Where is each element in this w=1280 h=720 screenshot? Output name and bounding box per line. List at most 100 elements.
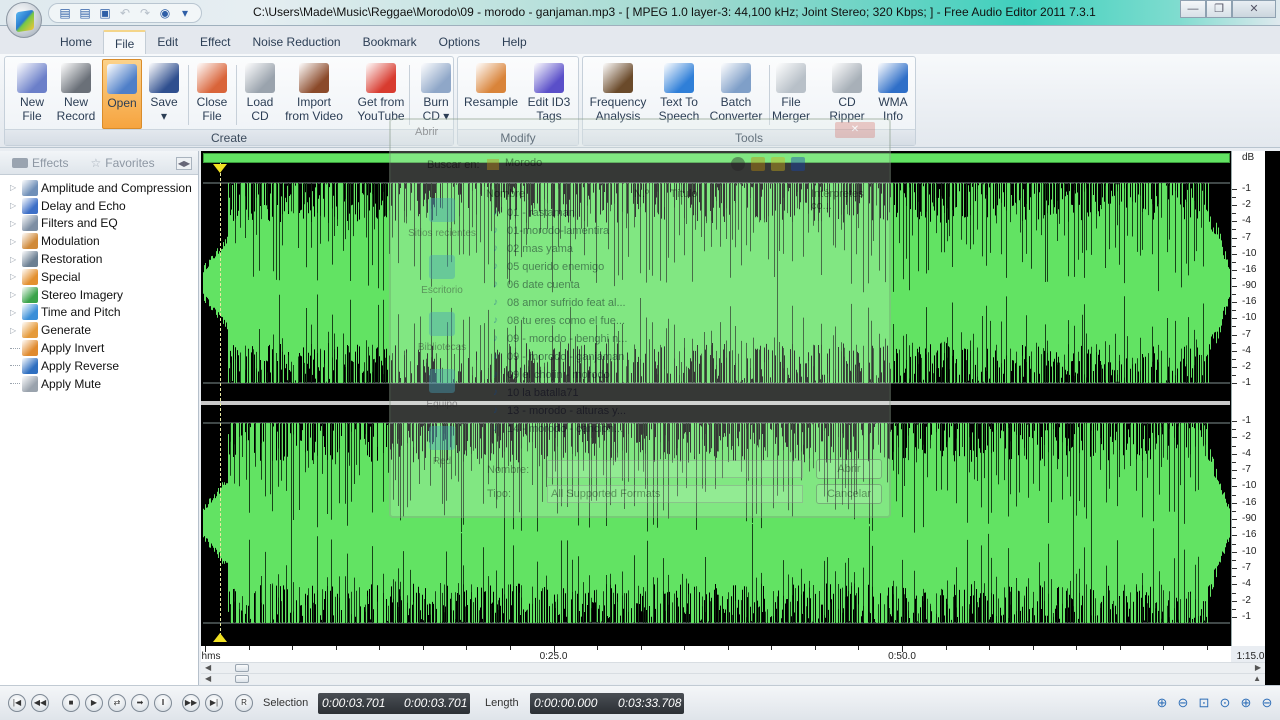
effect-item-delay-and-echo[interactable]: ▷ Delay and Echo xyxy=(0,197,198,215)
tab-bookmark[interactable]: Bookmark xyxy=(352,30,428,54)
file-list-item[interactable]: 05 querido enemigo xyxy=(493,261,693,279)
column-artists[interactable]: Intérpretes co... xyxy=(811,188,876,212)
close-button[interactable]: ✕ xyxy=(1232,0,1276,18)
effect-item-time-and-pitch[interactable]: ▷ Time and Pitch xyxy=(0,304,198,322)
place-bibliotecas[interactable]: Bibliotecas xyxy=(399,304,485,361)
tab-edit[interactable]: Edit xyxy=(146,30,189,54)
undo-icon[interactable]: ↶ xyxy=(117,5,133,21)
tab-effect[interactable]: Effect xyxy=(189,30,241,54)
zoom-out-vertical-icon[interactable]: ⊖ xyxy=(1258,694,1276,712)
column-title[interactable]: Título xyxy=(670,188,698,200)
save-icon[interactable]: ▣ xyxy=(97,5,113,21)
zoom-in-vertical-icon[interactable]: ⊕ xyxy=(1237,694,1255,712)
go-to-end-button[interactable]: ▶| xyxy=(205,694,223,712)
app-menu-button[interactable] xyxy=(6,2,42,38)
file-type-select[interactable]: All Supported Formats xyxy=(547,485,803,503)
effect-item-restoration[interactable]: ▷ Restoration xyxy=(0,250,198,268)
cursor-marker-bottom[interactable] xyxy=(213,633,227,642)
go-to-start-button[interactable]: |◀ xyxy=(8,694,26,712)
effect-item-special[interactable]: ▷ Special xyxy=(0,268,198,286)
file-list-item[interactable]: 01 - rastaman xyxy=(493,207,693,225)
stop-button[interactable]: ■ xyxy=(62,694,80,712)
file-list-item[interactable]: 08 amor sufrido feat al... xyxy=(493,297,693,315)
cd-icon[interactable]: ◉ xyxy=(157,5,173,21)
new-folder-icon[interactable] xyxy=(771,157,785,171)
effect-item-apply-invert[interactable]: Apply Invert xyxy=(0,339,198,357)
file-list-item[interactable]: 06 date cuenta xyxy=(493,279,693,297)
back-icon[interactable] xyxy=(731,157,745,171)
scroll-left-icon[interactable]: ◀ xyxy=(205,674,211,683)
load-cd-button[interactable]: Load CD xyxy=(241,59,279,129)
place-equipo[interactable]: Equipo xyxy=(399,361,485,418)
record-button[interactable]: R xyxy=(235,694,253,712)
effect-item-amplitude-and-compression[interactable]: ▷ Amplitude and Compression xyxy=(0,179,198,197)
tab-home[interactable]: Home xyxy=(49,30,103,54)
save-button[interactable]: Save ▾ xyxy=(145,59,183,129)
expand-arrow-icon[interactable]: ▷ xyxy=(10,290,20,299)
zoom-fit-icon[interactable]: ⊡ xyxy=(1195,694,1213,712)
horizontal-scroll-thumb[interactable] xyxy=(235,664,249,672)
new-file-button[interactable]: New File xyxy=(13,59,51,129)
dialog-cancel-button[interactable]: Cancelar xyxy=(816,484,882,504)
new-record-button[interactable]: New Record xyxy=(55,59,97,129)
redo-icon[interactable]: ↷ xyxy=(137,5,153,21)
file-name-input[interactable] xyxy=(547,460,803,478)
time-ruler[interactable]: hms 0:25.00:50.01:15.01:40.02:05.02:30.0… xyxy=(201,646,1264,662)
place-escritorio[interactable]: Escritorio xyxy=(399,247,485,304)
column-number[interactable]: N.º xyxy=(634,188,649,200)
file-list-item[interactable]: 01-morodo-lamentira xyxy=(493,225,693,243)
expand-arrow-icon[interactable]: ▷ xyxy=(10,183,20,192)
file-list-item[interactable]: 09 el chojin - morodo xyxy=(493,369,693,387)
up-folder-icon[interactable] xyxy=(751,157,765,171)
tab-help[interactable]: Help xyxy=(491,30,538,54)
expand-arrow-icon[interactable]: ▷ xyxy=(10,272,20,281)
effect-item-generate[interactable]: ▷ Generate xyxy=(0,321,198,339)
file-list-item[interactable]: 13 - morodo - alturas y... xyxy=(493,405,693,423)
close-file-button[interactable]: Close File xyxy=(193,59,231,129)
expand-arrow-icon[interactable]: ▷ xyxy=(10,237,20,246)
rewind-button[interactable]: ◀◀ xyxy=(31,694,49,712)
effect-item-modulation[interactable]: ▷ Modulation xyxy=(0,232,198,250)
tab-options[interactable]: Options xyxy=(428,30,491,54)
play-selection-button[interactable]: ➡ xyxy=(131,694,149,712)
place-sitios-recientes[interactable]: Sitios recientes xyxy=(399,190,485,247)
look-in-select[interactable]: Morodo xyxy=(483,157,713,173)
scroll-left-icon[interactable]: ◀ xyxy=(205,663,211,672)
fast-forward-button[interactable]: ▶▶ xyxy=(182,694,200,712)
vertical-zoom-scrollbar[interactable]: ◀ ▲ xyxy=(201,673,1265,684)
panel-tab-scroll-button[interactable]: ◀▶ xyxy=(176,157,192,170)
expand-arrow-icon[interactable]: ▷ xyxy=(10,308,20,317)
scroll-up-icon[interactable]: ▲ xyxy=(1253,674,1261,683)
restore-button[interactable]: ❐ xyxy=(1206,0,1232,18)
tab-noise-reduction[interactable]: Noise Reduction xyxy=(242,30,352,54)
horizontal-scrollbar[interactable]: ◀ ▶ xyxy=(201,662,1265,673)
zoom-out-icon[interactable]: ⊖ xyxy=(1174,694,1192,712)
effect-item-stereo-imagery[interactable]: ▷ Stereo Imagery xyxy=(0,286,198,304)
tab-favorites[interactable]: ☆ Favorites xyxy=(90,156,154,170)
expand-arrow-icon[interactable]: ▷ xyxy=(10,326,20,335)
file-list-item[interactable]: 02 mas yama xyxy=(493,243,693,261)
tab-file[interactable]: File xyxy=(103,30,147,54)
zoom-scroll-thumb[interactable] xyxy=(235,675,249,683)
dialog-close-button[interactable]: ✕ xyxy=(835,122,875,138)
pause-button[interactable]: ‖ xyxy=(154,694,172,712)
open-icon[interactable]: ▤ xyxy=(77,5,93,21)
file-list-item[interactable]: 08 tu eres como el fue... xyxy=(493,315,693,333)
place-red[interactable]: Red xyxy=(399,418,485,475)
zoom-in-icon[interactable]: ⊕ xyxy=(1153,694,1171,712)
expand-arrow-icon[interactable]: ▷ xyxy=(10,201,20,210)
play-button[interactable]: ▶ xyxy=(85,694,103,712)
open-button[interactable]: Open xyxy=(102,59,142,129)
file-list-item[interactable]: 09 - morodo - ganjaman xyxy=(493,351,693,369)
expand-arrow-icon[interactable]: ▷ xyxy=(10,255,20,264)
dialog-open-button[interactable]: Abrir xyxy=(816,459,882,479)
import-from-video-button[interactable]: Import from Video xyxy=(285,59,343,129)
dropdown-icon[interactable]: ▾ xyxy=(177,5,193,21)
effect-item-apply-mute[interactable]: Apply Mute xyxy=(0,375,198,393)
zoom-selection-icon[interactable]: ⊙ xyxy=(1216,694,1234,712)
loop-button[interactable]: ⇄ xyxy=(108,694,126,712)
file-list-item[interactable]: 09 - morodo - benghi n... xyxy=(493,333,693,351)
tab-effects[interactable]: Effects xyxy=(12,156,68,170)
effect-item-apply-reverse[interactable]: Apply Reverse xyxy=(0,357,198,375)
file-list-item[interactable]: 10 la batalla71 xyxy=(493,387,693,405)
